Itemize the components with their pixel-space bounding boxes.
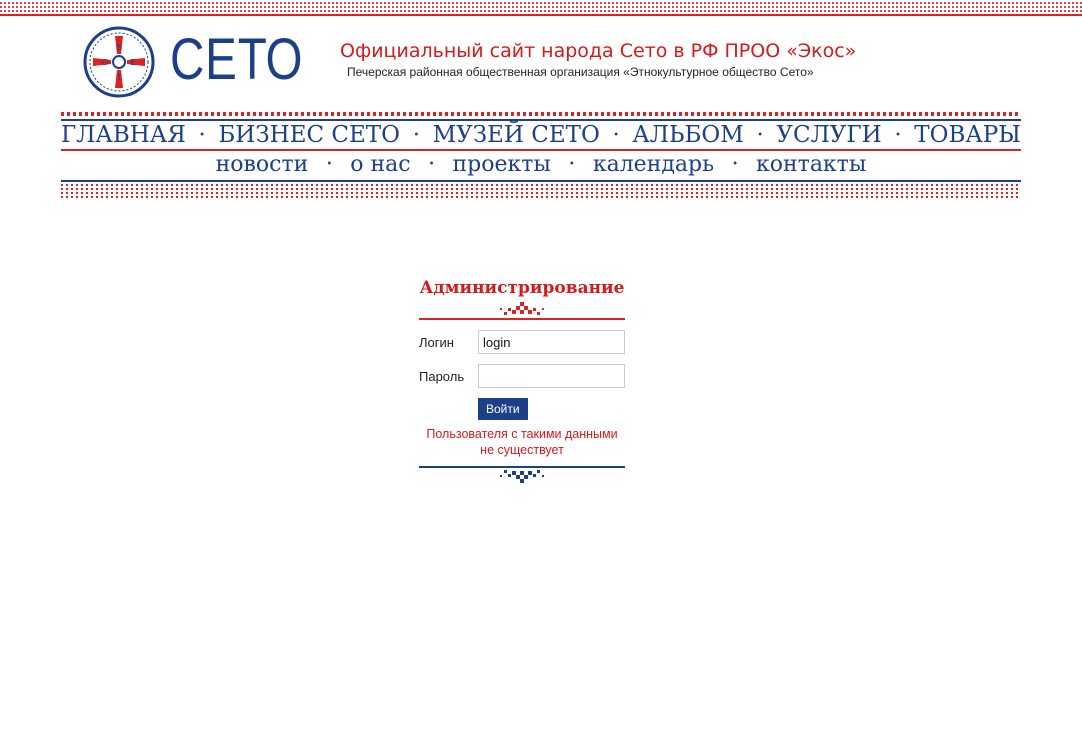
login-button[interactable]: Войти [478,398,528,420]
admin-title-line [419,318,625,320]
nav-item-business[interactable]: БИЗНЕС СЕТО [218,122,400,148]
nav-separator: • [757,129,764,141]
admin-login-panel: Администрирование Логин Пароль Войти Пол… [419,278,625,486]
site-subtitle: Печерская районная общественная организа… [347,65,814,79]
nav-separator: • [732,158,738,170]
login-label: Логин [419,334,454,350]
nav-item-news[interactable]: новости [216,152,309,177]
nav-separator: • [199,129,206,141]
nav-separator: • [895,129,901,141]
nav-main-menu: ГЛАВНАЯ • БИЗНЕС СЕТО • МУЗЕЙ СЕТО • АЛЬ… [61,121,1021,149]
nav-item-goods[interactable]: ТОВАРЫ [914,122,1021,148]
nav-item-museum[interactable]: МУЗЕЙ СЕТО [433,122,600,148]
svg-text:O: O [102,58,108,67]
nav-top-dotted-border [61,112,1021,116]
nav-item-services[interactable]: УСЛУГИ [776,122,881,148]
password-input[interactable] [478,364,625,388]
admin-title-divider [419,302,625,320]
nav-item-projects[interactable]: проекты [452,152,550,177]
nav-sub-menu: новости • о нас • проекты • календарь • … [61,151,1021,177]
nav-separator: • [326,158,333,170]
nav-separator: • [613,129,620,141]
password-label: Пароль [419,368,465,384]
main-navigation: ГЛАВНАЯ • БИЗНЕС СЕТО • МУЗЕЙ СЕТО • АЛЬ… [61,112,1021,198]
nav-separator: • [428,158,435,170]
brand-name[interactable]: СЕТО [170,26,303,94]
password-row: Пароль [419,364,625,388]
svg-text:S: S [116,43,121,52]
svg-text:T: T [117,73,122,82]
nav-separator: • [413,129,420,141]
nav-item-home[interactable]: ГЛАВНАЯ [61,122,186,148]
site-title: Официальный сайт народа Сето в РФ ПРОО «… [340,40,857,62]
svg-text:E: E [130,58,135,67]
nav-bottom-blue-line [61,180,1021,182]
nav-separator: • [568,158,575,170]
nav-item-about[interactable]: о нас [350,152,410,177]
nav-ornament-band [61,184,1021,198]
nav-item-calendar[interactable]: календарь [593,152,714,177]
login-input[interactable] [478,330,625,354]
admin-bottom-divider [419,466,625,486]
seto-emblem-icon[interactable]: S E T O [81,26,157,98]
ornament-blue-icon [500,470,544,483]
nav-item-album[interactable]: АЛЬБОМ [632,122,743,148]
nav-item-contacts[interactable]: контакты [756,152,866,177]
ornament-red-icon [500,302,544,315]
admin-title: Администрирование [419,278,625,298]
top-ornament-line [0,14,1082,16]
error-message: Пользователя с такими данными не существ… [426,427,618,457]
login-row: Логин [419,330,625,354]
